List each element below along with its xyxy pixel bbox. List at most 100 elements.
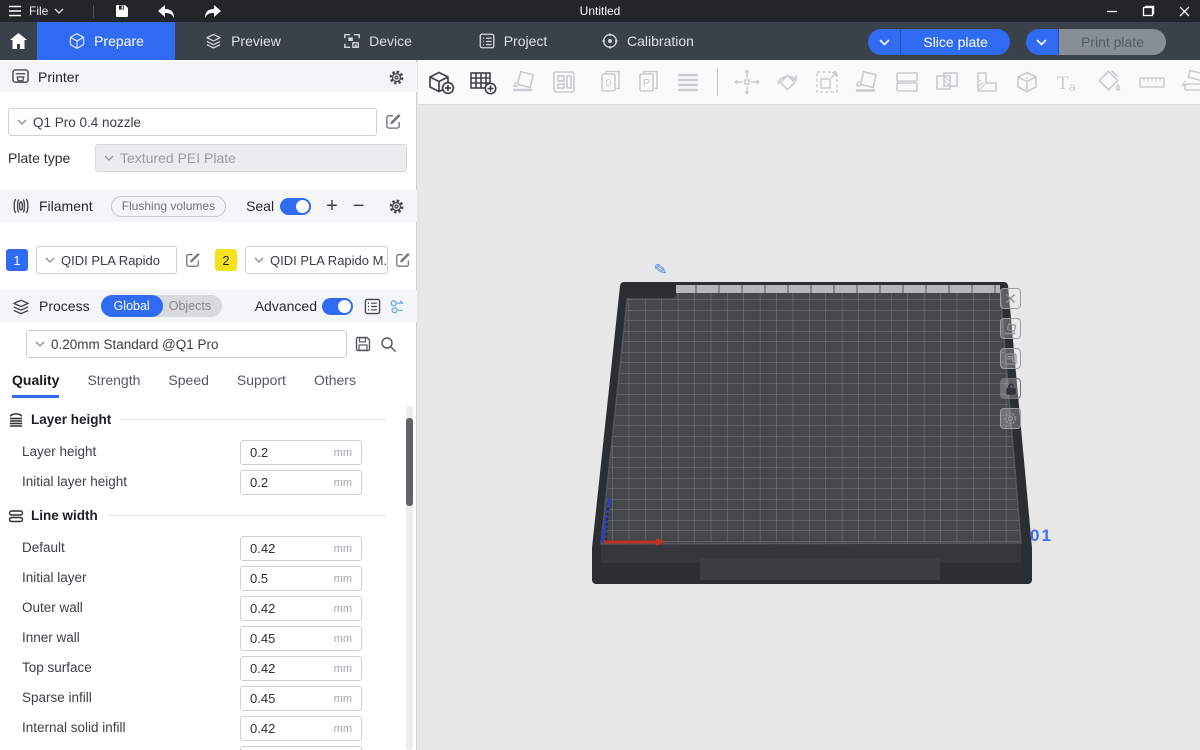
auto-orient-icon[interactable] <box>510 68 538 96</box>
advanced-toggle[interactable] <box>322 298 353 315</box>
tab-preview[interactable]: Preview <box>175 22 310 60</box>
plate-type-select[interactable]: Textured PEI Plate <box>95 144 407 172</box>
unit-label: mm <box>334 477 361 489</box>
print-plate-dropdown[interactable] <box>1026 29 1059 55</box>
filament-1-badge[interactable]: 1 <box>6 249 28 271</box>
doc-p-icon[interactable]: P <box>636 68 662 96</box>
redo-icon[interactable] <box>204 5 221 18</box>
seam-paint-icon[interactable] <box>1179 68 1200 96</box>
process-tab-bar: Quality Strength Speed Support Others <box>0 372 417 402</box>
layers-list-icon[interactable] <box>674 69 702 95</box>
scope-global-button[interactable]: Global <box>101 295 163 317</box>
close-button[interactable] <box>1179 6 1190 17</box>
layers-icon <box>204 32 223 50</box>
search-icon[interactable] <box>380 336 397 353</box>
panel-scrollbar-thumb[interactable] <box>406 418 413 506</box>
tab-others[interactable]: Others <box>314 372 356 395</box>
main-tab-bar: Prepare Preview Device Project Calibrati… <box>0 22 1200 60</box>
measure-icon[interactable] <box>1137 69 1167 95</box>
sparse-infill-line-width-input[interactable] <box>241 691 319 706</box>
edit-filament-2-icon[interactable] <box>395 252 411 268</box>
printer-preset-select[interactable]: Q1 Pro 0.4 nozzle <box>8 108 377 136</box>
file-menu[interactable]: File <box>29 4 64 18</box>
plate-grid-surface[interactable] <box>601 290 1021 544</box>
doc-0-icon[interactable]: 0 <box>598 68 624 96</box>
plate-settings-icon[interactable] <box>1000 408 1021 429</box>
scope-objects-button[interactable]: Objects <box>163 299 222 313</box>
place-on-face-icon[interactable] <box>853 68 881 96</box>
hamburger-menu-icon[interactable] <box>8 5 22 17</box>
internal-solid-infill-line-width-input[interactable] <box>241 721 319 736</box>
maximize-button[interactable] <box>1142 5 1155 17</box>
calibration-icon <box>601 32 619 50</box>
save-icon[interactable] <box>115 4 129 18</box>
orient-plate-icon[interactable] <box>1000 318 1021 339</box>
variable-layer-height-icon[interactable] <box>973 68 1001 96</box>
cut-icon[interactable] <box>1013 68 1041 96</box>
slice-plate-button[interactable]: Slice plate <box>901 29 1010 55</box>
filament-slots-row: 1 QIDI PLA Rapido 2 QIDI PLA Rapido M... <box>6 246 411 274</box>
rotate-icon[interactable] <box>773 68 801 96</box>
undo-icon[interactable] <box>158 5 175 18</box>
tab-label: Device <box>369 33 412 49</box>
param-list-icon[interactable] <box>364 298 381 315</box>
add-filament-button[interactable]: + <box>326 196 338 216</box>
filament-2-select[interactable]: QIDI PLA Rapido M... <box>245 246 388 274</box>
scale-icon[interactable] <box>813 68 841 96</box>
viewport-3d[interactable]: 0 P Ta <box>418 60 1200 750</box>
tab-prepare[interactable]: Prepare <box>37 22 175 60</box>
param-input-box: mm <box>240 566 362 591</box>
printer-preset-value: Q1 Pro 0.4 nozzle <box>33 115 141 130</box>
param-row: Inner wall mm <box>0 626 400 652</box>
flushing-volumes-button[interactable]: Flushing volumes <box>111 196 226 217</box>
outer-wall-line-width-input[interactable] <box>241 601 319 616</box>
text-tool-icon[interactable]: Ta <box>1053 68 1083 96</box>
process-preset-select[interactable]: 0.20mm Standard @Q1 Pro <box>26 330 347 358</box>
edit-printer-icon[interactable] <box>385 113 402 130</box>
tab-calibration[interactable]: Calibration <box>580 22 715 60</box>
tab-support[interactable]: Support <box>237 372 286 395</box>
viewport-toolbar: 0 P Ta <box>418 60 1200 105</box>
layer-height-input[interactable] <box>241 445 319 460</box>
seal-toggle[interactable] <box>280 198 311 215</box>
edit-filament-1-icon[interactable] <box>185 252 201 268</box>
layer-height-icon <box>8 413 24 427</box>
color-paint-icon[interactable] <box>1095 68 1125 96</box>
section-title-text: Line width <box>31 508 98 523</box>
param-label: Initial layer height <box>22 474 127 489</box>
arrange-plate-icon[interactable] <box>1000 348 1021 369</box>
filament-2-badge[interactable]: 2 <box>215 249 237 271</box>
printer-settings-gear-icon[interactable] <box>388 69 405 86</box>
move-icon[interactable] <box>733 68 761 96</box>
build-plate[interactable] <box>580 258 1040 590</box>
default-line-width-input[interactable] <box>241 541 319 556</box>
add-plate-icon[interactable] <box>468 68 498 96</box>
tab-strength[interactable]: Strength <box>87 372 140 395</box>
tab-device[interactable]: Device <box>310 22 445 60</box>
param-label: Initial layer <box>22 570 87 585</box>
minimize-button[interactable] <box>1106 5 1118 17</box>
slice-plate-dropdown[interactable] <box>868 29 901 55</box>
save-preset-icon[interactable] <box>355 336 371 352</box>
home-button[interactable] <box>0 22 37 60</box>
initial-layer-height-input[interactable] <box>241 475 319 490</box>
add-model-icon[interactable] <box>426 68 456 96</box>
filament-1-select[interactable]: QIDI PLA Rapido <box>36 246 177 274</box>
process-section-title: Process <box>39 298 90 314</box>
top-surface-line-width-input[interactable] <box>241 661 319 676</box>
rename-plate-pencil-icon[interactable]: ✎ <box>653 259 669 281</box>
print-plate-button[interactable]: Print plate <box>1059 29 1166 55</box>
lock-plate-icon[interactable] <box>1000 378 1021 399</box>
tab-project[interactable]: Project <box>445 22 580 60</box>
tab-quality[interactable]: Quality <box>12 372 59 398</box>
split-icon[interactable] <box>893 68 921 96</box>
remove-filament-button[interactable]: − <box>353 196 365 216</box>
tab-speed[interactable]: Speed <box>168 372 208 395</box>
search-params-icon[interactable] <box>388 298 405 315</box>
inner-wall-line-width-input[interactable] <box>241 631 319 646</box>
arrange-icon[interactable] <box>550 68 578 96</box>
filament-settings-gear-icon[interactable] <box>388 198 405 215</box>
delete-plate-icon[interactable] <box>1000 288 1021 309</box>
initial-layer-line-width-input[interactable] <box>241 571 319 586</box>
mesh-boolean-icon[interactable] <box>933 68 961 96</box>
